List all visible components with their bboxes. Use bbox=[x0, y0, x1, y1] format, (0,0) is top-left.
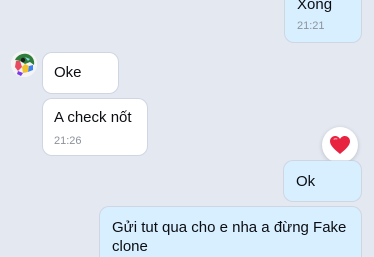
message-time: 21:21 bbox=[297, 20, 325, 32]
message-time: 21:26 bbox=[54, 135, 82, 147]
message-text-line2: clone bbox=[112, 238, 148, 255]
message-text: Oke bbox=[54, 64, 82, 81]
message-bubble-received[interactable]: A check nốt 21:26 bbox=[43, 99, 147, 155]
message-text: Xong bbox=[297, 0, 333, 13]
avatar-image bbox=[11, 51, 37, 77]
message-bubble-sent[interactable]: Xong 21:21 bbox=[285, 0, 361, 42]
message-bubble-sent[interactable]: Ok bbox=[284, 161, 361, 201]
message-text: A check nốt bbox=[54, 109, 132, 126]
message-text-line1: Gửi tut qua cho e nha a đừng Fake bbox=[112, 219, 347, 236]
reaction-badge[interactable] bbox=[322, 127, 358, 163]
message-text: Ok bbox=[296, 173, 316, 190]
chat-screen: Xong 21:21 Oke A check nốt 21:26 Ok Gửi … bbox=[0, 0, 374, 257]
message-bubble-sent[interactable]: Gửi tut qua cho e nha a đừng Fake clone bbox=[100, 207, 361, 257]
heart-icon bbox=[330, 136, 350, 154]
avatar[interactable] bbox=[11, 51, 37, 77]
message-bubble-received[interactable]: Oke bbox=[43, 53, 118, 93]
